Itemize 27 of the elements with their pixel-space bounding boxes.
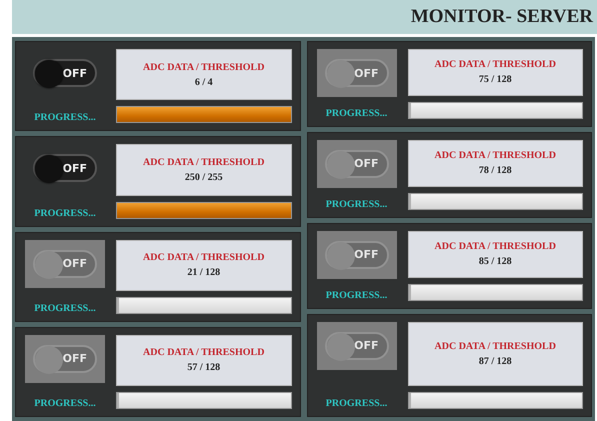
data-value: 250 / 255 — [184, 172, 223, 183]
data-label: ADC DATA / THRESHOLD — [434, 340, 556, 352]
data-label: ADC DATA / THRESHOLD — [143, 62, 264, 73]
data-label: ADC DATA / THRESHOLD — [434, 150, 556, 162]
progress-label: PROGRESS... — [326, 198, 388, 210]
progress-label: PROGRESS... — [326, 290, 388, 301]
data-value: 57 / 128 — [187, 362, 220, 374]
toggle-switch[interactable]: OFF — [25, 144, 105, 192]
data-value: 78 / 128 — [478, 165, 512, 176]
data-value: 21 / 128 — [187, 267, 220, 278]
progress-label: PROGRESS... — [34, 208, 96, 218]
progress-label: PROGRESS... — [34, 302, 96, 314]
data-value: 6 / 4 — [194, 76, 213, 88]
data-label: ADC DATA / THRESHOLD — [143, 156, 264, 168]
progress-label: PROGRESS... — [34, 112, 96, 124]
data-value: 87 / 128 — [478, 356, 512, 367]
progress-label: PROGRESS... — [326, 398, 388, 409]
progress-label: PROGRESS... — [326, 108, 388, 119]
data-label: ADC DATA / THRESHOLD — [434, 241, 556, 252]
toggle-switch[interactable]: OFF — [25, 49, 105, 97]
data-label: ADC DATA / THRESHOLD — [143, 347, 264, 358]
data-value: 75 / 128 — [478, 74, 512, 86]
data-label: ADC DATA / THRESHOLD — [434, 59, 556, 70]
page-title: MONITOR- SERVER — [410, 5, 593, 26]
data-label: ADC DATA / THRESHOLD — [143, 252, 264, 264]
data-value: 85 / 128 — [478, 256, 512, 268]
progress-label: PROGRESS... — [34, 398, 96, 409]
